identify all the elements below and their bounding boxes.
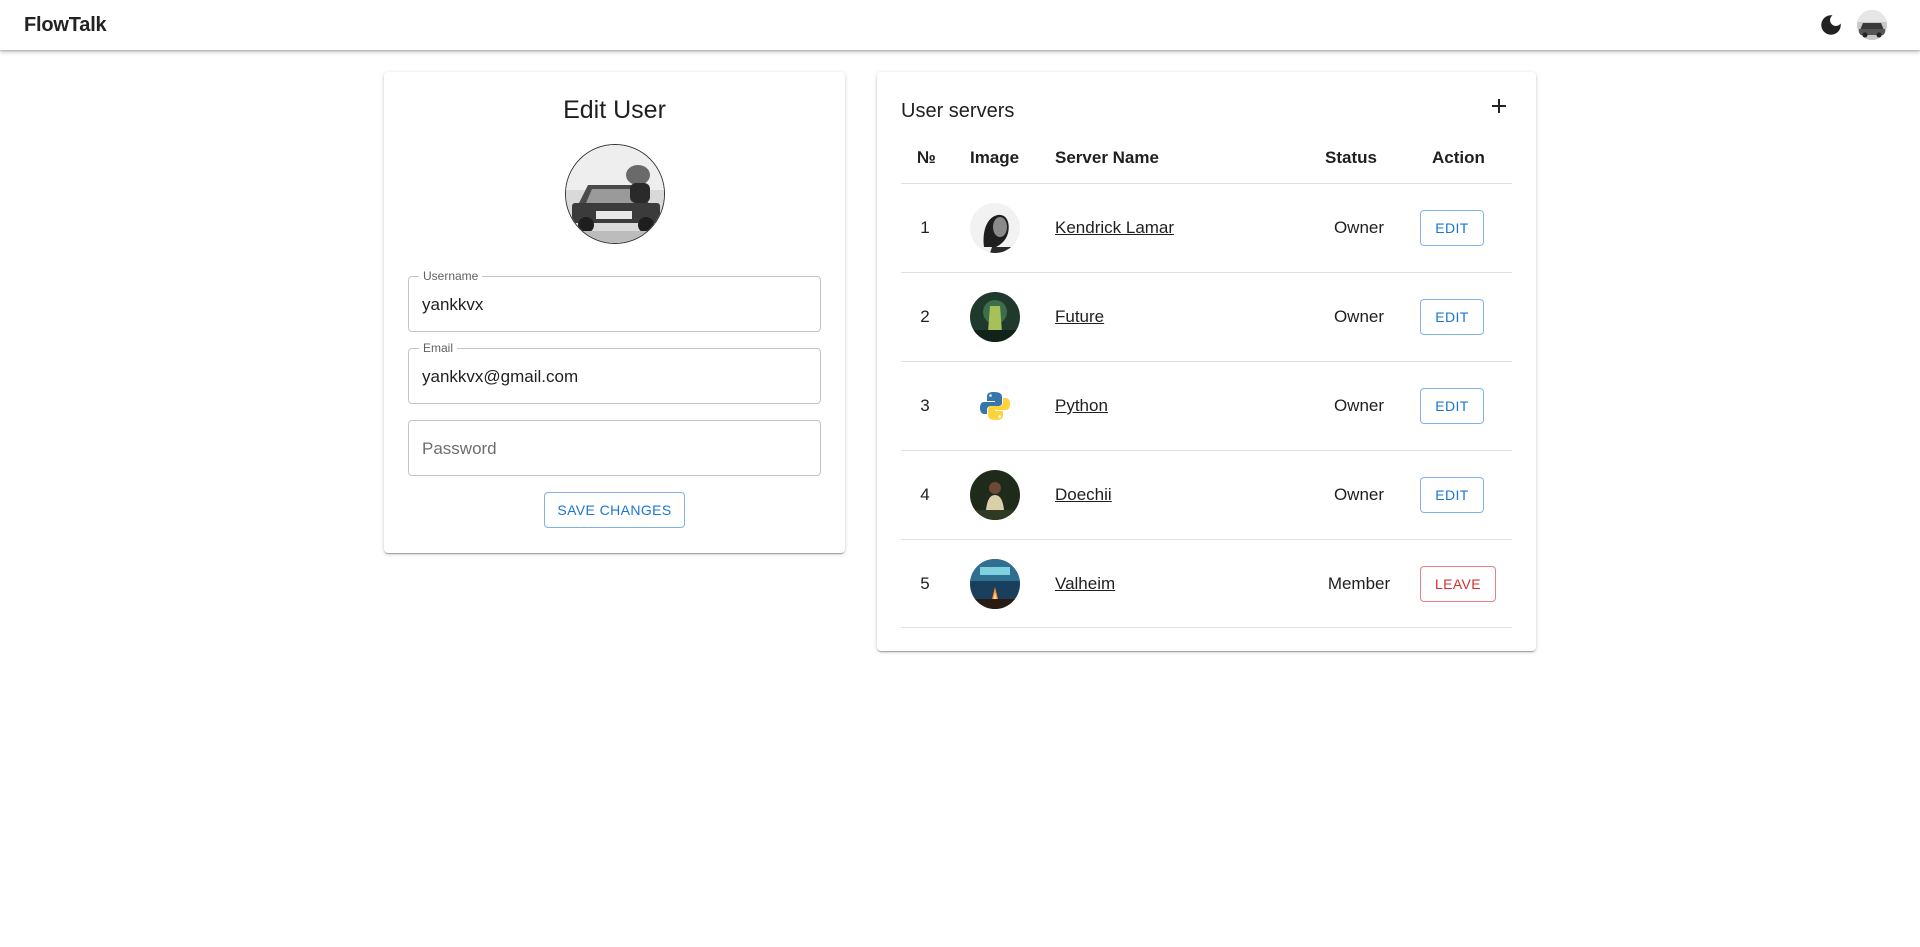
row-number: 4 [920,485,930,504]
server-status: Owner [1333,307,1385,326]
column-header-action: Action [1432,148,1485,167]
edit-user-title: Edit User [563,96,666,124]
column-header-image: Image [970,148,1020,167]
save-changes-button[interactable]: SAVE CHANGES [544,492,685,528]
row-number: 3 [920,396,930,415]
username-field[interactable]: Username yankkvx [408,269,821,332]
username-value: yankkvx [422,295,484,314]
app-bar: FlowTalk [0,0,1920,50]
table-row: 2 Future Owner EDIT [901,272,1512,361]
python-logo-icon [970,381,1020,431]
server-name-link[interactable]: Python [1055,396,1108,416]
table-row: 3 Python Owner EDIT [901,361,1512,450]
server-image [970,559,1020,609]
plus-icon[interactable] [1487,94,1511,118]
server-name-link[interactable]: Valheim [1055,574,1115,594]
edit-user-card: Edit User Username yankkvx Email yankkvx… [384,72,845,553]
moon-icon[interactable] [1818,12,1844,38]
email-label: Email [419,341,458,355]
server-status: Owner [1333,218,1385,237]
password-field[interactable]: Password [408,420,821,476]
email-field[interactable]: Email yankkvx@gmail.com [408,341,821,404]
table-row: 1 Kendrick Lamar Owner EDIT [901,183,1512,272]
row-number: 2 [920,307,930,326]
app-title[interactable]: FlowTalk [24,14,107,37]
profile-avatar [565,144,665,244]
user-avatar[interactable] [1857,10,1887,40]
server-name-link[interactable]: Kendrick Lamar [1055,218,1174,238]
server-status: Member [1327,574,1391,593]
username-label: Username [419,269,483,283]
servers-title: User servers [901,100,1015,122]
column-header-number: № [917,148,936,167]
server-status: Owner [1333,396,1385,415]
edit-server-button[interactable]: EDIT [1420,299,1484,335]
column-header-status: Status [1325,148,1377,167]
edit-server-button[interactable]: EDIT [1420,477,1484,513]
table-row: 4 Doechii Owner EDIT [901,450,1512,539]
server-name-link[interactable]: Doechii [1055,485,1112,505]
server-image [970,203,1020,253]
password-placeholder: Password [422,439,497,458]
server-name-link[interactable]: Future [1055,307,1104,327]
server-status: Owner [1333,485,1385,504]
edit-server-button[interactable]: EDIT [1420,210,1484,246]
server-image [970,292,1020,342]
email-value: yankkvx@gmail.com [422,367,579,386]
user-servers-card: User servers № Image Server Name Status … [877,72,1536,651]
leave-server-button[interactable]: LEAVE [1420,566,1496,602]
row-number: 5 [920,574,930,593]
table-row: 5 Valheim Member LEAVE [901,539,1512,628]
edit-server-button[interactable]: EDIT [1420,388,1484,424]
server-image [970,470,1020,520]
column-header-server-name: Server Name [1055,148,1159,167]
row-number: 1 [920,218,930,237]
